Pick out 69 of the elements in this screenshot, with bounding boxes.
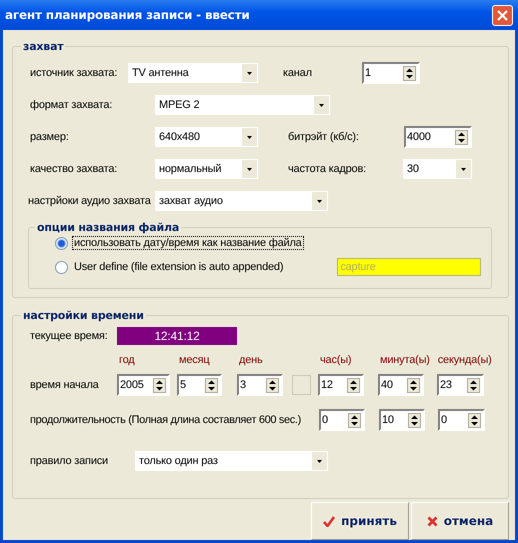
dropdown[interactable]: TV антенна	[128, 63, 258, 83]
field-label: размер:	[30, 131, 70, 143]
radio-button[interactable]	[55, 236, 68, 250]
spin-box[interactable]: 4000	[404, 126, 472, 148]
accept-button[interactable]: принять	[311, 502, 409, 540]
dropdown-arrow-icon	[247, 168, 252, 170]
dropdown[interactable]: нормальный	[155, 159, 258, 179]
check-icon	[323, 516, 336, 526]
column-header: минута(ы)	[379, 354, 430, 366]
spin-box[interactable]: 1	[362, 62, 420, 84]
field-label: текущее время:	[30, 330, 109, 342]
field-label: продолжительность (Полная длина составляет 600 sec.)	[30, 414, 302, 426]
dropdown-arrow-icon	[319, 104, 324, 106]
column-header: месяц	[178, 354, 210, 366]
dropdown-arrow-icon	[247, 136, 252, 138]
field-label: битрэйт (кб/с):	[288, 131, 360, 143]
spin-box[interactable]: 5	[177, 374, 222, 396]
field-label: канал	[283, 67, 313, 79]
field-label: формат захвата:	[30, 99, 114, 111]
field-label: настрйоки аудио захвата	[28, 195, 152, 207]
spin-arrows-icon	[467, 378, 480, 392]
dropdown[interactable]: MPEG 2	[155, 95, 330, 115]
spin-arrows-icon	[347, 378, 360, 392]
spin-box[interactable]: 40	[378, 374, 424, 396]
close-icon	[497, 10, 508, 20]
dropdown[interactable]: 640x480	[155, 127, 258, 147]
time-display: 12:41:12	[117, 327, 237, 345]
dropdown[interactable]: захват аудио	[155, 191, 328, 211]
spin-box[interactable]: 10	[379, 409, 425, 431]
column-header: секунда(ы)	[436, 354, 492, 366]
radio-label[interactable]: использовать дату/время как название файла	[72, 236, 304, 250]
dropdown-arrow-icon	[317, 200, 322, 202]
dropdown[interactable]: только один раз	[135, 451, 328, 471]
spin-arrows-icon	[348, 412, 361, 428]
spin-arrows-icon	[153, 378, 166, 392]
group-title: настройки времени	[22, 309, 145, 322]
column-header: час(ы)	[319, 354, 352, 366]
spin-arrows-icon	[407, 378, 420, 392]
spin-arrows-icon	[455, 130, 468, 144]
spin-box[interactable]: 12	[318, 374, 364, 396]
group-title: захват	[22, 40, 65, 53]
dropdown-arrow-icon	[317, 460, 322, 462]
spin-box[interactable]: 0	[319, 409, 365, 431]
dropdown-arrow-icon	[247, 72, 252, 74]
spin-arrows-icon	[403, 66, 416, 80]
field-label: правило записи	[30, 455, 110, 467]
radio-label[interactable]: User define (file extension is auto appended)	[72, 260, 286, 274]
window-title: агент планирования записи - ввести	[5, 8, 250, 22]
column-header: год	[118, 354, 136, 366]
column-header: день	[238, 354, 264, 366]
group-title: опции названия файла	[36, 221, 180, 234]
close-button[interactable]	[492, 4, 513, 26]
spin-box[interactable]: 2005	[117, 374, 170, 396]
spin-box[interactable]: 23	[437, 374, 484, 396]
field-label: качество захвата:	[30, 163, 118, 175]
field-label: источник захвата:	[30, 67, 118, 79]
spin-arrows-icon	[408, 412, 421, 428]
x-icon	[426, 516, 438, 526]
radio-button[interactable]	[55, 260, 68, 274]
spin-arrows-icon	[266, 378, 279, 392]
spin-box[interactable]: 0	[438, 409, 485, 431]
cancel-button[interactable]: отмена	[411, 502, 509, 540]
field-label: время начала	[30, 379, 100, 391]
dropdown-arrow-icon	[461, 168, 466, 170]
dropdown[interactable]: 30	[403, 159, 472, 179]
spin-box[interactable]: 3	[237, 374, 283, 396]
spin-arrows-icon	[468, 412, 481, 428]
field-label: частота кадров:	[288, 163, 367, 175]
spin-arrows-icon	[205, 378, 218, 392]
